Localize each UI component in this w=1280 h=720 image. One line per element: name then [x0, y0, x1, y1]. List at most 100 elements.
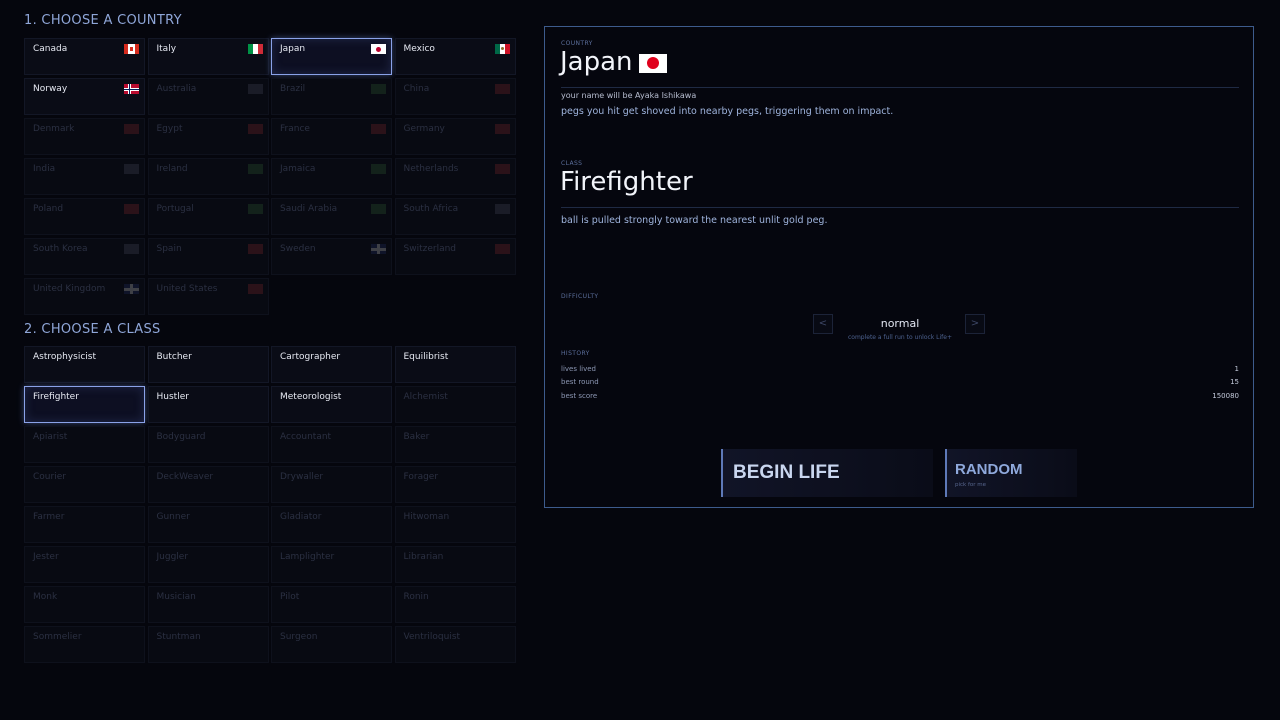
difficulty-label: DIFFICULTY [561, 293, 599, 300]
class-option-label: Bodyguard [156, 432, 206, 442]
class-option-label: Hitwoman [403, 512, 450, 522]
country-option-ireland: Ireland [147, 158, 269, 195]
country-option-label: United Kingdom [33, 284, 106, 294]
country-option-mexico[interactable]: Mexico [394, 38, 516, 75]
flag-icon [247, 84, 263, 94]
class-option-equilibrist[interactable]: Equilibrist [394, 346, 516, 383]
class-option-label: Accountant [280, 432, 332, 442]
class-option-label: Gladiator [280, 512, 322, 522]
class-option-label: Apiarist [33, 432, 68, 442]
class-option-stuntman: Stuntman [147, 626, 269, 663]
class-option-label: Musician [156, 592, 196, 602]
class-option-label: Drywaller [280, 472, 324, 482]
difficulty-note: complete a full run to unlock Life+ [847, 334, 953, 341]
country-section-title: 1. CHOOSE A COUNTRY [24, 13, 182, 28]
history-row-value: 150080 [1212, 392, 1239, 400]
country-grid: Canada Italy Japan Mexico Norway Australia Bra… [24, 38, 516, 315]
class-option-jester: Jester [24, 546, 145, 583]
history-row-value: 1 [1234, 365, 1239, 373]
flag-icon [124, 164, 139, 174]
class-option-butcher[interactable]: Butcher [147, 346, 269, 383]
flag-icon [247, 124, 263, 134]
flag-icon [371, 124, 386, 134]
class-option-deckweaver: DeckWeaver [147, 466, 269, 503]
country-option-united-states: United States [147, 278, 269, 315]
flag-icon [247, 44, 263, 54]
class-option-label: Sommelier [33, 632, 82, 642]
country-option-label: Italy [156, 44, 177, 54]
class-option-astrophysicist[interactable]: Astrophysicist [24, 346, 145, 383]
class-option-label: Juggler [156, 552, 189, 562]
country-option-label: Germany [403, 124, 445, 134]
country-option-south-africa: South Africa [394, 198, 516, 235]
country-option-spain: Spain [147, 238, 269, 275]
country-option-india: India [24, 158, 145, 195]
class-option-bodyguard: Bodyguard [147, 426, 269, 463]
class-option-pilot: Pilot [271, 586, 392, 623]
country-option-label: South Korea [33, 244, 88, 254]
difficulty-value: normal [880, 317, 920, 330]
class-name: Firefighter [560, 167, 693, 197]
country-option-label: India [33, 164, 56, 174]
flag-icon [124, 284, 139, 294]
class-option-label: Gunner [156, 512, 190, 522]
class-option-juggler: Juggler [147, 546, 269, 583]
class-grid: Astrophysicist Butcher Cartographer Equilib… [24, 346, 516, 663]
country-description: pegs you hit get shoved into nearby pegs… [561, 106, 894, 117]
country-option-united-kingdom: United Kingdom [24, 278, 145, 315]
random-button[interactable]: RANDOM pick for me [945, 449, 1077, 497]
flag-icon [371, 44, 386, 54]
history-row-label: best round [561, 378, 599, 386]
country-option-label: Sweden [280, 244, 316, 254]
country-option-egypt: Egypt [147, 118, 269, 155]
country-option-label: France [280, 124, 310, 134]
japan-flag-icon [639, 54, 667, 73]
history-row: lives lived 1 [561, 365, 1239, 373]
country-option-label: Denmark [33, 124, 75, 134]
class-option-label: Surgeon [280, 632, 318, 642]
history-row-label: lives lived [561, 365, 596, 373]
class-option-ronin: Ronin [394, 586, 516, 623]
flag-icon [124, 204, 139, 214]
class-option-lamplighter: Lamplighter [271, 546, 392, 583]
begin-life-label: BEGIN LIFE [733, 462, 840, 483]
class-option-apiarist: Apiarist [24, 426, 145, 463]
flag-icon [494, 84, 510, 94]
country-option-brazil: Brazil [271, 78, 392, 115]
flag-icon [124, 124, 139, 134]
country-option-japan[interactable]: Japan [271, 38, 392, 75]
divider [561, 87, 1239, 88]
country-name: Japan [560, 47, 633, 77]
country-option-italy[interactable]: Italy [147, 38, 269, 75]
country-option-label: Spain [156, 244, 182, 254]
country-option-norway[interactable]: Norway [24, 78, 145, 115]
class-label: CLASS [561, 160, 583, 167]
class-option-gunner: Gunner [147, 506, 269, 543]
class-option-firefighter[interactable]: Firefighter [24, 386, 145, 423]
country-option-label: Canada [33, 44, 68, 54]
class-option-gladiator: Gladiator [271, 506, 392, 543]
country-option-label: Australia [156, 84, 197, 94]
class-option-hitwoman: Hitwoman [394, 506, 516, 543]
difficulty-prev-button[interactable]: < [813, 314, 833, 334]
country-label: COUNTRY [561, 40, 593, 47]
country-option-france: France [271, 118, 392, 155]
class-option-hustler[interactable]: Hustler [147, 386, 269, 423]
country-option-germany: Germany [394, 118, 516, 155]
flag-icon [371, 164, 386, 174]
class-option-meteorologist[interactable]: Meteorologist [271, 386, 392, 423]
class-option-cartographer[interactable]: Cartographer [271, 346, 392, 383]
begin-life-button[interactable]: BEGIN LIFE [721, 449, 933, 497]
history-row-value: 15 [1230, 378, 1239, 386]
country-option-denmark: Denmark [24, 118, 145, 155]
country-option-china: China [394, 78, 516, 115]
flag-icon [371, 244, 386, 254]
country-option-label: Jamaica [280, 164, 316, 174]
country-option-label: Mexico [403, 44, 435, 54]
class-option-label: Alchemist [403, 392, 448, 402]
flag-icon [247, 164, 263, 174]
difficulty-next-button[interactable]: > [965, 314, 985, 334]
country-option-canada[interactable]: Canada [24, 38, 145, 75]
class-option-label: Cartographer [280, 352, 341, 362]
country-option-south-korea: South Korea [24, 238, 145, 275]
